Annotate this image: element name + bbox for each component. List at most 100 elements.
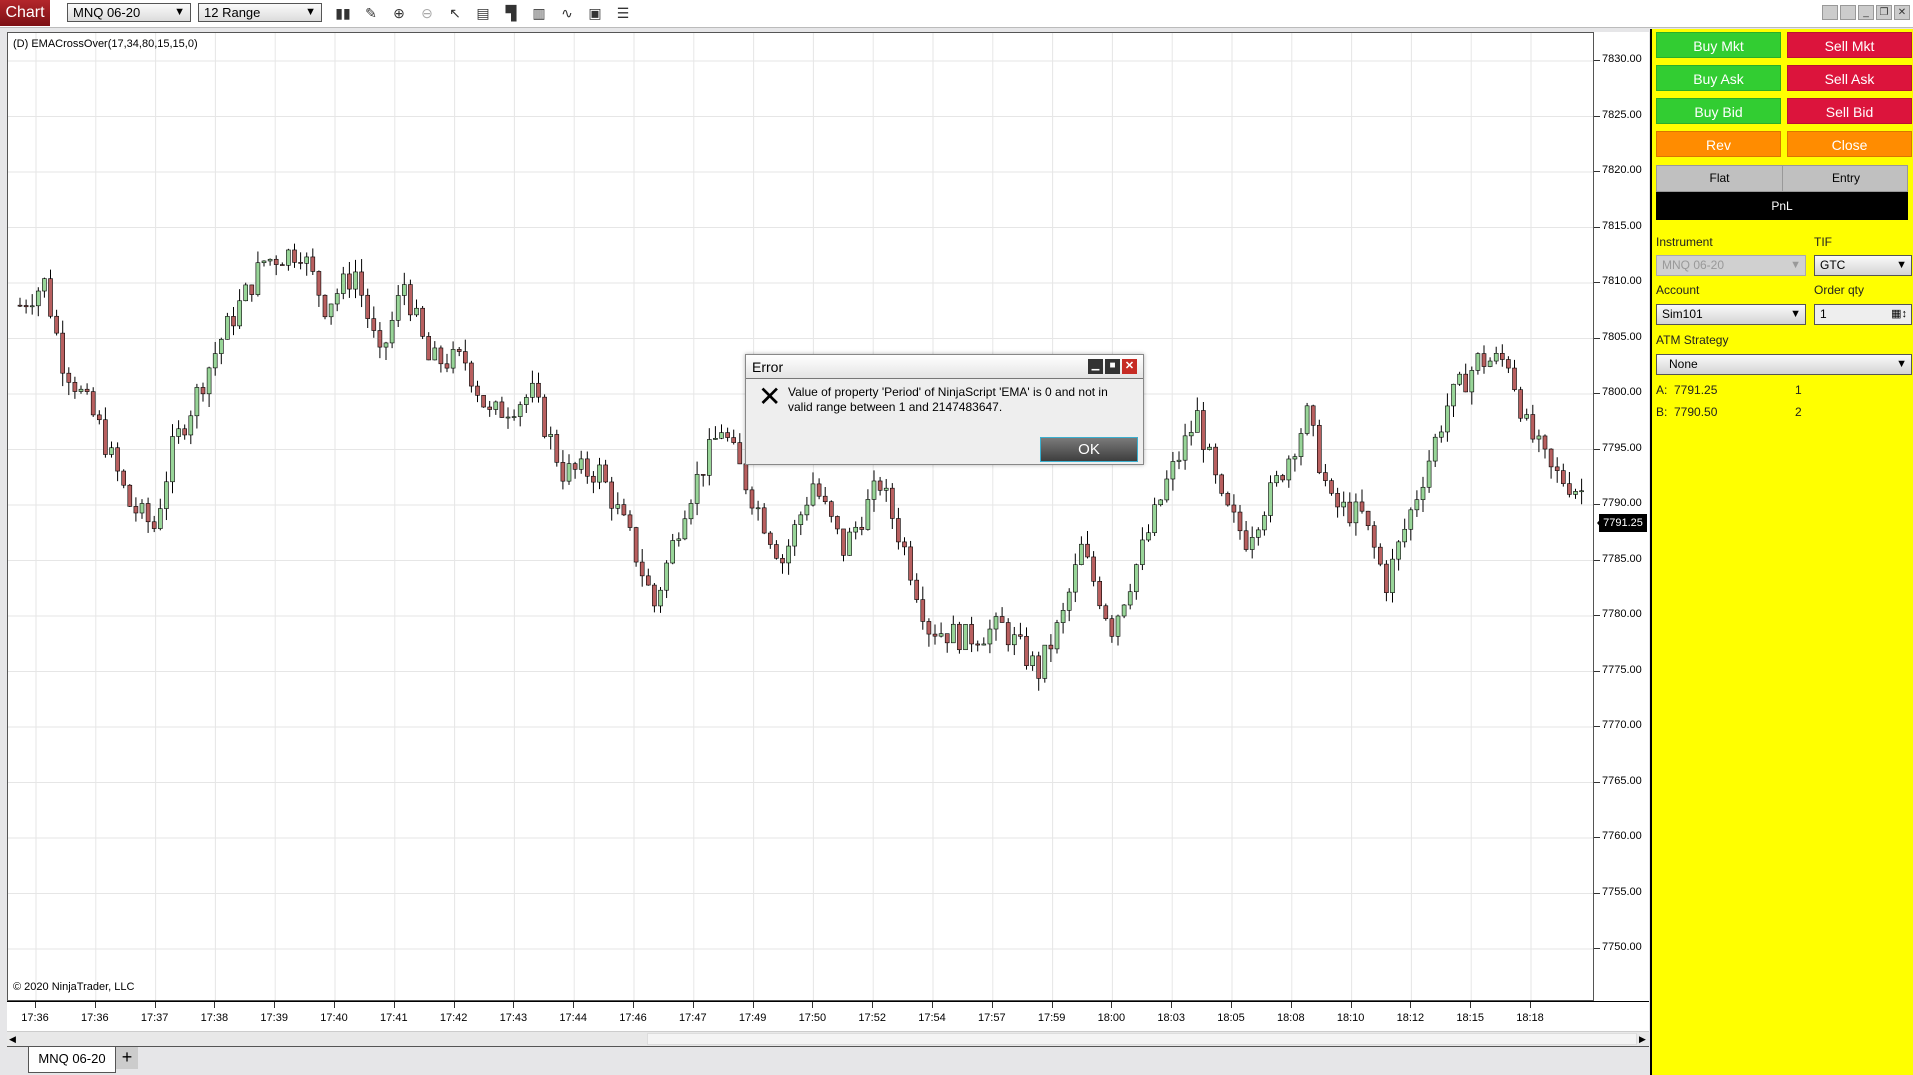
price-axis: 7791.25 7830.00 7825.00 7820.00 7815.00 7810… <box>1594 32 1649 1001</box>
tab-mnq[interactable]: MNQ 06-20 <box>28 1047 116 1073</box>
bid-size: 2 <box>1795 405 1802 419</box>
candle-body <box>999 616 1005 623</box>
time-tick <box>35 1002 36 1008</box>
add-tab-button[interactable]: + <box>116 1047 138 1069</box>
candle-body <box>347 273 352 290</box>
buy-mkt-button[interactable]: Buy Mkt <box>1656 32 1781 58</box>
close-button[interactable]: Close <box>1787 131 1912 157</box>
atm-strategy-label: ATM Strategy <box>1656 333 1729 347</box>
candle-body <box>1073 564 1078 593</box>
candle-body <box>615 504 621 509</box>
instrument-selector[interactable]: MNQ 06-20 ▼ <box>67 3 191 22</box>
minimize-icon[interactable]: _ <box>1858 5 1874 20</box>
candle-body <box>353 271 358 290</box>
sell-bid-button[interactable]: Sell Bid <box>1787 98 1912 124</box>
time-tick-label: 18:10 <box>1336 1012 1365 1024</box>
scroll-left-icon[interactable]: ◀ <box>9 1034 16 1045</box>
close-window-icon[interactable]: ✕ <box>1894 5 1910 20</box>
sell-mkt-button[interactable]: Sell Mkt <box>1787 32 1912 58</box>
bar-type-icon[interactable]: ▮▮ <box>333 3 353 23</box>
candle-body <box>530 382 535 398</box>
flat-label: Flat <box>1657 166 1783 191</box>
indicators-icon[interactable]: ▥ <box>529 3 549 23</box>
candle-body <box>609 481 615 509</box>
time-tick-label: 17:44 <box>559 1012 587 1024</box>
calculator-stepper-icon[interactable]: ▦↕ <box>1891 305 1907 324</box>
price-tick <box>1594 171 1600 172</box>
candle-body <box>566 463 572 482</box>
candle-body <box>1018 634 1023 637</box>
candle-body <box>475 385 480 396</box>
price-tick <box>1594 393 1600 394</box>
candle-body <box>456 349 462 352</box>
candle-body <box>1109 618 1115 637</box>
position-row: Flat Entry <box>1656 165 1908 192</box>
candle-body <box>1353 501 1359 524</box>
window-option-button-2[interactable] <box>1840 5 1856 20</box>
candle-body <box>810 483 816 506</box>
time-tick <box>1231 1002 1232 1008</box>
candle-body <box>804 504 810 516</box>
candle-body <box>993 616 999 630</box>
atm-strategy-select[interactable]: None ▼ <box>1656 354 1912 375</box>
scrollbar-thumb[interactable] <box>647 1033 1637 1045</box>
period-selector[interactable]: 12 Range ▼ <box>198 3 322 22</box>
pointer-icon[interactable]: ↖ <box>445 3 465 23</box>
error-message-line1: Value of property 'Period' of NinjaScrip… <box>788 385 1108 399</box>
minimize-icon[interactable]: ▁ <box>1088 359 1103 374</box>
candle-body <box>340 273 346 294</box>
ok-button[interactable]: OK <box>1040 437 1138 462</box>
horizontal-scrollbar[interactable]: ◀ ▶ <box>7 1031 1649 1047</box>
candle-body <box>1536 435 1542 440</box>
time-tick <box>573 1002 575 1008</box>
candle-body <box>822 495 828 502</box>
price-tick <box>1594 892 1600 894</box>
rev-button[interactable]: Rev <box>1656 131 1781 157</box>
time-tick-label: 18:15 <box>1456 1012 1484 1024</box>
close-icon[interactable]: ✕ <box>1122 359 1137 374</box>
candle-body <box>97 414 102 421</box>
scroll-right-icon[interactable]: ▶ <box>1639 1034 1646 1045</box>
candle-body <box>841 528 846 556</box>
time-tick <box>633 1002 634 1008</box>
templates-icon[interactable]: ▣ <box>585 3 605 23</box>
chart-window-label: Chart <box>0 0 50 26</box>
instrument-select: MNQ 06-20 ▼ <box>1656 255 1806 276</box>
buy-ask-button[interactable]: Buy Ask <box>1656 65 1781 91</box>
data-box-icon[interactable]: ▤ <box>473 3 493 23</box>
zoom-in-icon[interactable]: ⊕ <box>389 3 409 23</box>
candle-body <box>438 347 444 365</box>
time-tick-label: 17:59 <box>1037 1012 1066 1024</box>
sell-ask-button[interactable]: Sell Ask <box>1787 65 1912 91</box>
zoom-out-icon[interactable]: ⊖ <box>417 3 437 23</box>
candle-body <box>1201 410 1206 450</box>
candle-body <box>1207 446 1212 450</box>
strategies-icon[interactable]: ∿ <box>557 3 577 23</box>
candle-body <box>188 415 194 436</box>
buy-bid-button[interactable]: Buy Bid <box>1656 98 1781 124</box>
restore-icon[interactable]: ❐ <box>1876 5 1892 20</box>
properties-icon[interactable]: ☰ <box>613 3 633 23</box>
window-option-button[interactable] <box>1822 5 1838 20</box>
tif-select[interactable]: GTC ▼ <box>1814 255 1912 276</box>
candle-body <box>1359 501 1365 512</box>
candle-body <box>633 527 639 563</box>
candle-body <box>1414 499 1420 511</box>
candle-body <box>816 483 822 497</box>
candle-body <box>212 353 218 369</box>
time-tick <box>334 1002 335 1008</box>
candle-body <box>395 295 401 321</box>
candle-body <box>981 643 987 646</box>
pnl-display: PnL <box>1656 192 1908 220</box>
chart-trader-icon[interactable]: ▜ <box>501 3 521 23</box>
candle-body <box>859 526 865 530</box>
candle-body <box>109 447 114 455</box>
chart-panel[interactable]: (D) EMACrossOver(17,34,80,15,15,0) © 202… <box>7 32 1594 1001</box>
account-select[interactable]: Sim101 ▼ <box>1656 304 1806 325</box>
order-qty-stepper[interactable]: 1 ▦↕ <box>1814 304 1912 325</box>
drawing-tool-icon[interactable]: ✎ <box>361 3 381 23</box>
instrument-select-value: MNQ 06-20 <box>1662 258 1725 272</box>
candle-body <box>444 363 450 369</box>
maximize-icon[interactable]: ■ <box>1105 359 1120 374</box>
candle-body <box>1500 352 1505 360</box>
